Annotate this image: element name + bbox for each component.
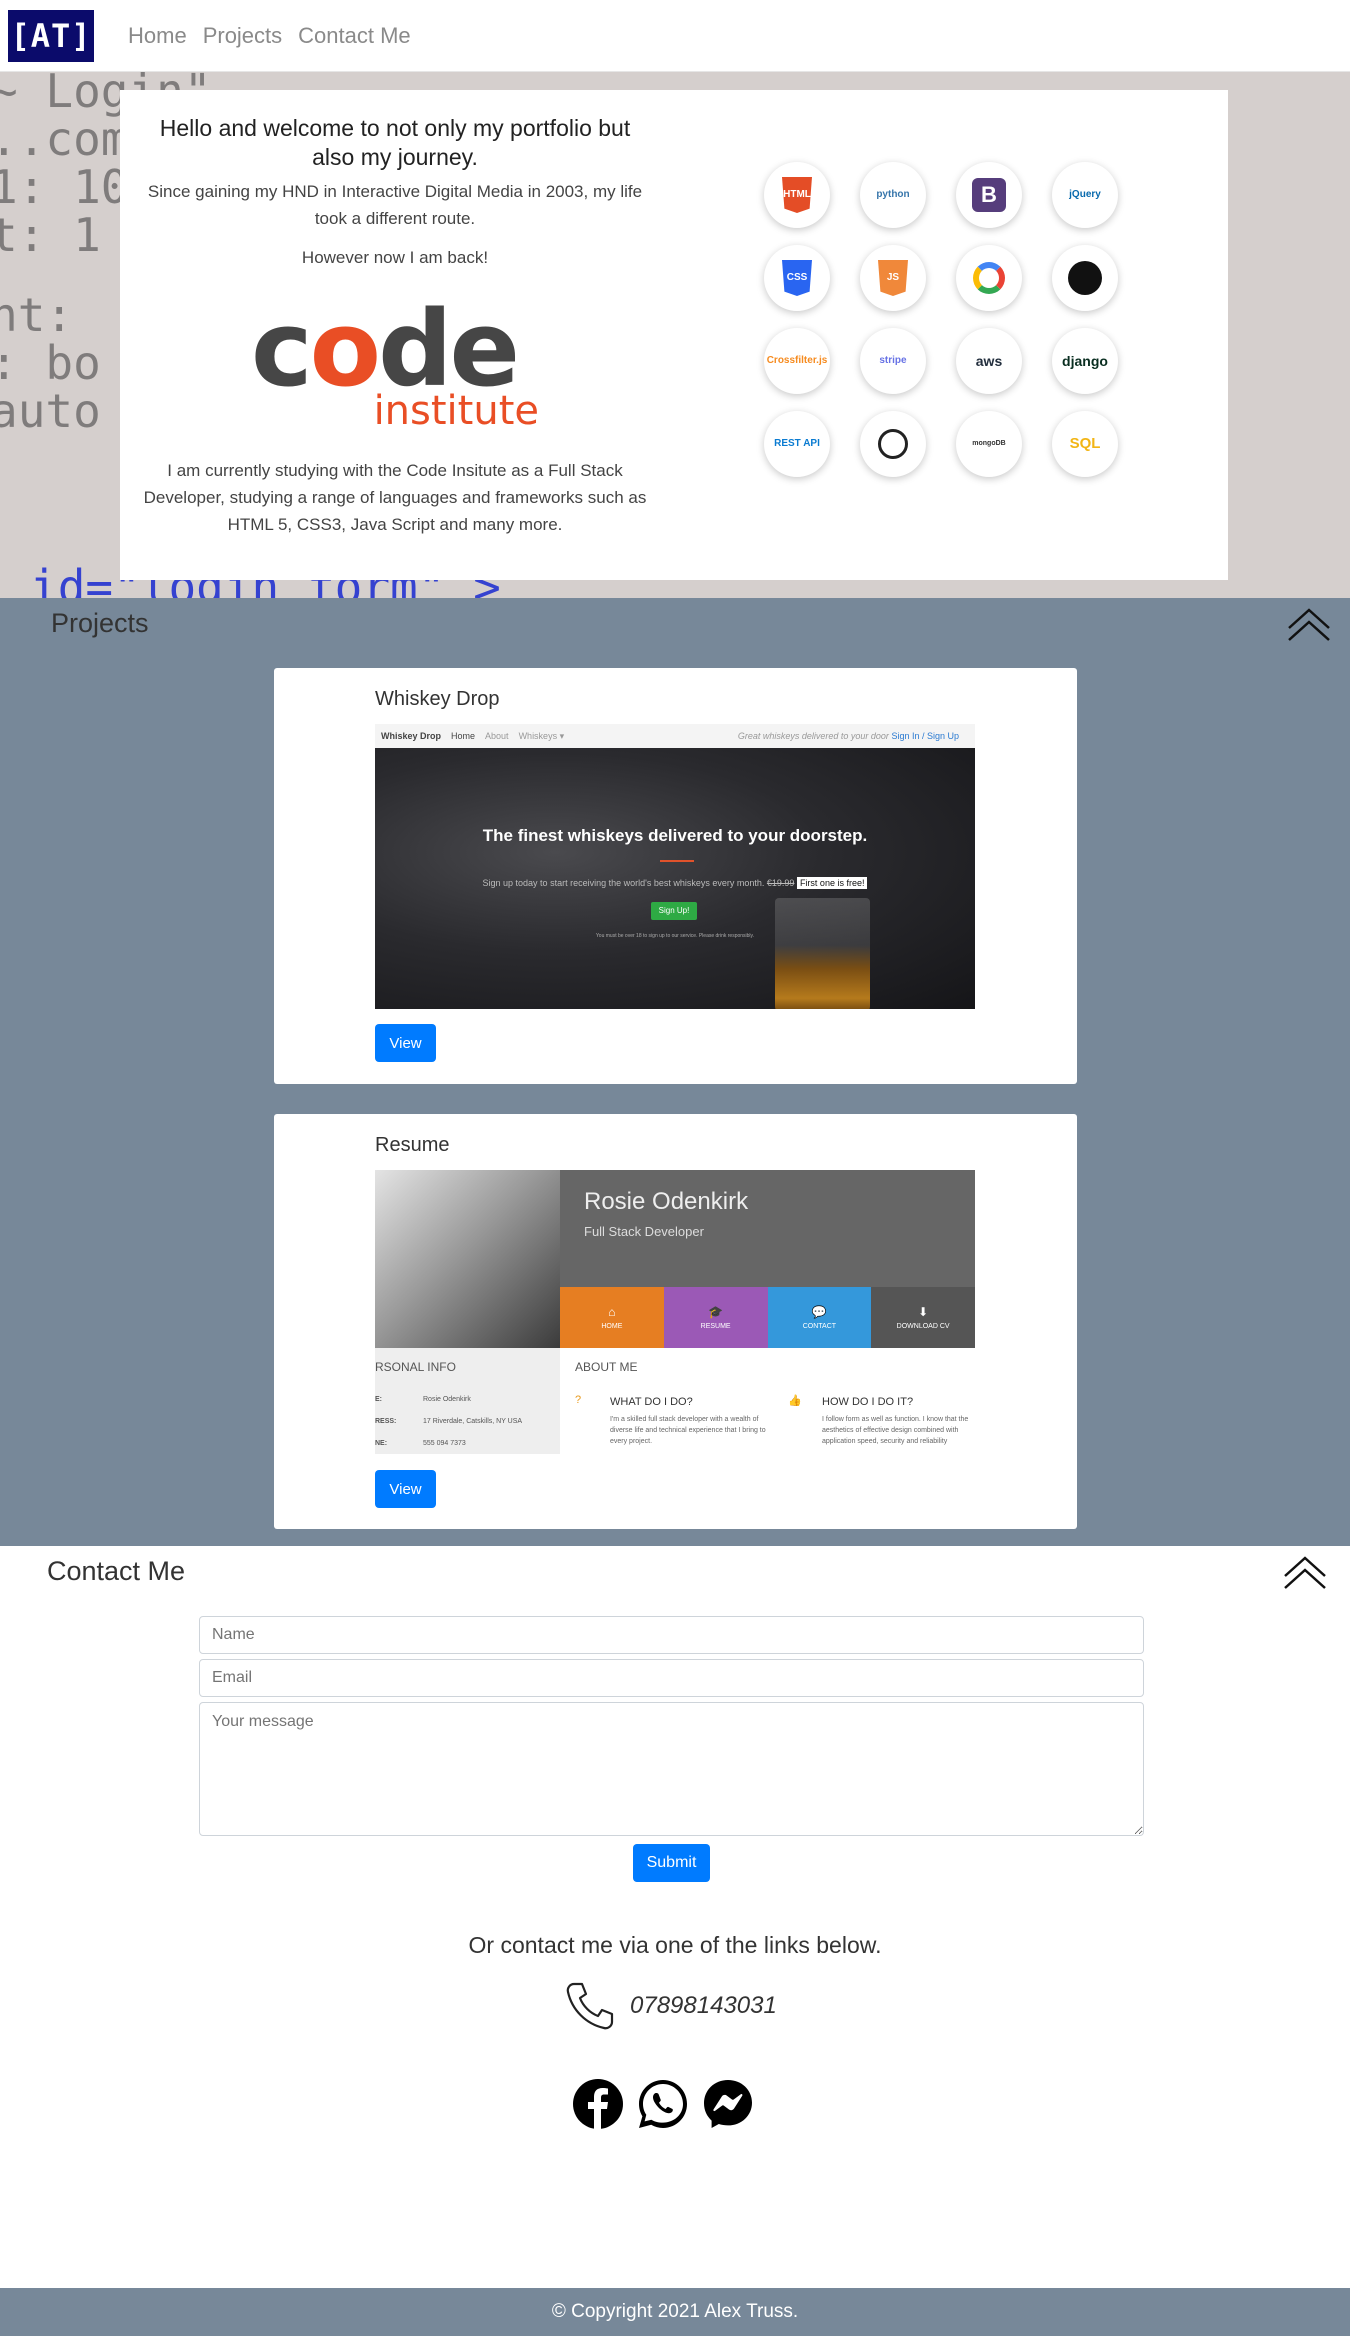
phone-icon [566, 1982, 614, 2030]
css3-icon: CSS [764, 245, 830, 311]
resume-tab: 🎓 RESUME [663, 1287, 768, 1348]
shot-hero: The finest whiskeys delivered to your do… [375, 748, 975, 1009]
scroll-up-chevron-icon[interactable] [1282, 1554, 1328, 1594]
bg-code-line: auto [0, 384, 101, 438]
sql-database-icon: SQL [1052, 411, 1118, 477]
bg-code-line: t: 1 [0, 208, 101, 262]
intro-title: Hello and welcome to not only my portfol… [159, 115, 631, 170]
chrome-devtools-icon [956, 245, 1022, 311]
project-screenshot: Rosie Odenkirk Full Stack Developer ⌂ HOM… [375, 1170, 975, 1454]
intro-text-column: Hello and welcome to not only my portfol… [140, 114, 650, 538]
view-resume-button[interactable]: View [375, 1470, 436, 1508]
nav-link-home[interactable]: Home [128, 23, 187, 49]
resume-tab: ⌂ HOME [560, 1287, 664, 1348]
tech-icon-grid: HTML python BjQuery CSS JS Crossfilter.js stri… [764, 162, 1164, 477]
rest-api-icon: REST API [764, 411, 830, 477]
facebook-icon[interactable] [572, 2078, 624, 2130]
footer: © Copyright 2021 Alex Truss. [0, 2288, 1350, 2336]
hero-section: ~ Login" ..com"; 1: 10; t: 1 ht: : bo au… [0, 72, 1350, 598]
chat-bubble-icon: 💬 [811, 1305, 827, 1319]
message-textarea[interactable] [199, 1702, 1144, 1836]
project-title: Resume [375, 1134, 450, 1156]
logo-institute-text: institute [373, 388, 539, 434]
social-links [572, 2078, 767, 2130]
copyright-text: © Copyright 2021 Alex Truss. [551, 2301, 799, 2322]
code-institute-logo: code institute [245, 297, 545, 437]
contact-section: Contact Me Submit Or contact me via one … [0, 1546, 1350, 2288]
bootstrap-icon: B [956, 162, 1022, 228]
messenger-icon[interactable] [702, 2078, 754, 2130]
view-whiskey-drop-button[interactable]: View [375, 1024, 436, 1062]
brand-logo[interactable]: [AT] [8, 9, 94, 62]
navbar: [AT] Home Projects Contact Me [0, 0, 1350, 72]
html5-icon: HTML [764, 162, 830, 228]
whiskey-glass-image [775, 898, 870, 1009]
graduation-cap-icon: 🎓 [708, 1305, 724, 1319]
projects-section: Projects Whiskey Drop Whiskey Drop Home … [0, 598, 1350, 1546]
scroll-up-chevron-icon[interactable] [1286, 606, 1332, 646]
name-input[interactable] [199, 1616, 1144, 1654]
nav-link-projects[interactable]: Projects [203, 23, 282, 49]
submit-button[interactable]: Submit [633, 1844, 710, 1882]
intro-paragraph: Since gaining my HND in Interactive Digi… [147, 182, 643, 228]
jquery-icon: jQuery [1052, 162, 1118, 228]
resume-portrait-image [375, 1170, 560, 1348]
project-card-resume: Resume Rosie Odenkirk Full Stack Develop… [274, 1114, 1077, 1529]
intro-comeback: However now I am back! [301, 248, 489, 267]
contact-links-text: Or contact me via one of the links below… [468, 1932, 882, 1958]
mongodb-icon: mongoDB [956, 411, 1022, 477]
javascript-icon: JS [860, 245, 926, 311]
intro-card: Hello and welcome to not only my portfol… [120, 90, 1228, 580]
github-icon [1052, 245, 1118, 311]
aws-icon: aws [956, 328, 1022, 394]
email-input[interactable] [199, 1659, 1144, 1697]
download-icon: ⬇ [918, 1305, 929, 1319]
contact-heading: Contact Me [47, 1556, 186, 1586]
resume-tab: ⬇ DOWNLOAD CV [871, 1287, 975, 1348]
studying-paragraph: I am currently studying with the Code In… [143, 461, 647, 534]
django-icon: django [1052, 328, 1118, 394]
logo-code-text: code [251, 288, 520, 410]
home-icon: ⌂ [608, 1305, 616, 1319]
phone-number[interactable]: 07898143031 [630, 1992, 777, 2020]
d3-dc-crossfilter-icon: Crossfilter.js [764, 328, 830, 394]
project-card-whiskey-drop: Whiskey Drop Whiskey Drop Home About Whi… [274, 668, 1077, 1084]
phone-row: 07898143031 [564, 1980, 777, 2032]
nav-link-contact[interactable]: Contact Me [298, 23, 411, 49]
python-icon: python [860, 162, 926, 228]
project-title: Whiskey Drop [375, 688, 500, 710]
shot-navbar: Whiskey Drop Home About Whiskeys ▾ Great… [375, 724, 975, 748]
bg-code-line: ht: [0, 288, 74, 342]
bg-code-line: : bo [0, 336, 101, 390]
mustache-logo-icon [860, 411, 926, 477]
project-screenshot: Whiskey Drop Home About Whiskeys ▾ Great… [375, 724, 975, 1009]
resume-tab: 💬 CONTACT [767, 1287, 872, 1348]
whatsapp-icon[interactable] [637, 2078, 689, 2130]
stripe-icon: stripe [860, 328, 926, 394]
projects-heading: Projects [51, 608, 149, 638]
